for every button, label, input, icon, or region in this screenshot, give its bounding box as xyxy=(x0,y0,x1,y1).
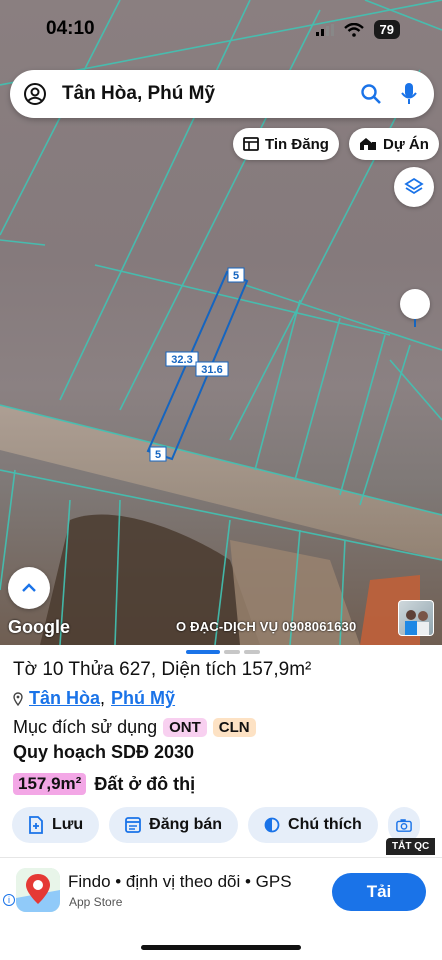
ad-source: App Store xyxy=(69,895,123,909)
add-document-icon xyxy=(29,816,43,834)
save-button[interactable]: Lưu xyxy=(12,807,100,843)
post-for-sale-button[interactable]: Đăng bán xyxy=(109,807,239,843)
planning-area-row: 157,9m² Đất ở đô thị xyxy=(13,773,195,795)
page-indicator xyxy=(186,650,260,654)
parcel-label-bottom: 5 xyxy=(155,449,161,461)
project-label: Dự Án xyxy=(383,135,429,153)
legend-button[interactable]: Chú thích xyxy=(248,807,378,843)
ad-info-icon[interactable]: i xyxy=(3,894,15,906)
opacity-slider-handle[interactable] xyxy=(400,289,430,319)
page-dot-active xyxy=(186,650,220,654)
layers-icon xyxy=(404,177,424,195)
search-query[interactable]: Tân Hòa, Phú Mỹ xyxy=(62,83,215,105)
save-label: Lưu xyxy=(52,816,84,833)
legend-label: Chú thích xyxy=(288,816,362,833)
location-pin-icon xyxy=(13,691,23,706)
camera-add-icon xyxy=(395,819,412,832)
battery-indicator: 79 xyxy=(373,20,400,39)
ad-banner[interactable]: i Findo • định vị theo dõi • GPS App Sto… xyxy=(0,857,442,925)
ad-title: Findo • định vị theo dõi • GPS xyxy=(68,872,292,891)
parcel-label-right: 31.6 xyxy=(201,364,222,376)
layers-button[interactable] xyxy=(394,167,434,207)
user-photo-thumbnail[interactable] xyxy=(398,600,434,636)
land-use-purpose: Mục đích sử dụng ONT CLN xyxy=(13,717,256,738)
building-icon xyxy=(360,138,376,150)
planning-zone-label: Đất ở đô thị xyxy=(94,773,196,794)
wifi-icon xyxy=(343,22,364,37)
news-listing-label: Tin Đăng xyxy=(265,135,329,153)
expand-sheet-button[interactable] xyxy=(8,567,50,609)
planning-title: Quy hoạch SDĐ 2030 xyxy=(13,742,195,762)
chevron-up-icon xyxy=(22,583,36,592)
action-bar: Lưu Đăng bán Chú thích xyxy=(12,807,420,843)
news-listing-chip[interactable]: Tin Đăng xyxy=(233,128,339,160)
contrast-icon xyxy=(264,817,280,833)
search-bar[interactable]: Tân Hòa, Phú Mỹ xyxy=(10,70,434,118)
land-use-tag-ont: ONT xyxy=(163,718,207,737)
parcel-info-sheet: Tờ 10 Thửa 627, Diện tích 157,9m² Tân Hò… xyxy=(0,645,442,857)
project-chip[interactable]: Dự Án xyxy=(349,128,439,160)
hide-ads-button[interactable]: TẮT QC xyxy=(386,838,436,855)
map-credit: O ĐẠC-DỊCH VỤ 0908061630 xyxy=(176,619,357,634)
search-icon[interactable] xyxy=(360,83,382,105)
parcel-label-top: 5 xyxy=(233,270,239,282)
parcel-label-left: 32.3 xyxy=(171,354,192,366)
ward-link[interactable]: Tân Hòa xyxy=(29,688,100,709)
microphone-icon[interactable] xyxy=(400,82,418,106)
post-for-sale-label: Đăng bán xyxy=(149,816,223,833)
location-separator: , xyxy=(100,688,106,708)
user-icon[interactable] xyxy=(22,81,48,107)
parcel-title: Tờ 10 Thửa 627, Diện tích 157,9m² xyxy=(13,659,312,680)
page-dot xyxy=(224,650,240,654)
install-button[interactable]: Tải xyxy=(332,873,426,911)
opacity-slider-track xyxy=(414,319,416,327)
planning-area-badge: 157,9m² xyxy=(13,773,87,795)
cellular-signal-icon xyxy=(315,23,334,36)
home-indicator[interactable] xyxy=(141,945,301,950)
satellite-map[interactable]: 5 5 32.3 31.6 04:10 79 Tân Hòa, Phú Mỹ T… xyxy=(0,0,442,645)
app-icon xyxy=(16,868,60,912)
listing-icon xyxy=(125,817,142,833)
google-logo: Google xyxy=(8,617,70,637)
district-link[interactable]: Phú Mỹ xyxy=(111,688,175,709)
page-dot xyxy=(244,650,260,654)
purpose-label: Mục đích sử dụng xyxy=(13,717,158,737)
newspaper-icon xyxy=(243,137,259,151)
status-time: 04:10 xyxy=(46,18,95,39)
parcel-location: Tân Hòa, Phú Mỹ xyxy=(13,688,175,709)
status-bar: 04:10 79 xyxy=(0,14,442,46)
land-use-tag-cln: CLN xyxy=(212,718,256,737)
